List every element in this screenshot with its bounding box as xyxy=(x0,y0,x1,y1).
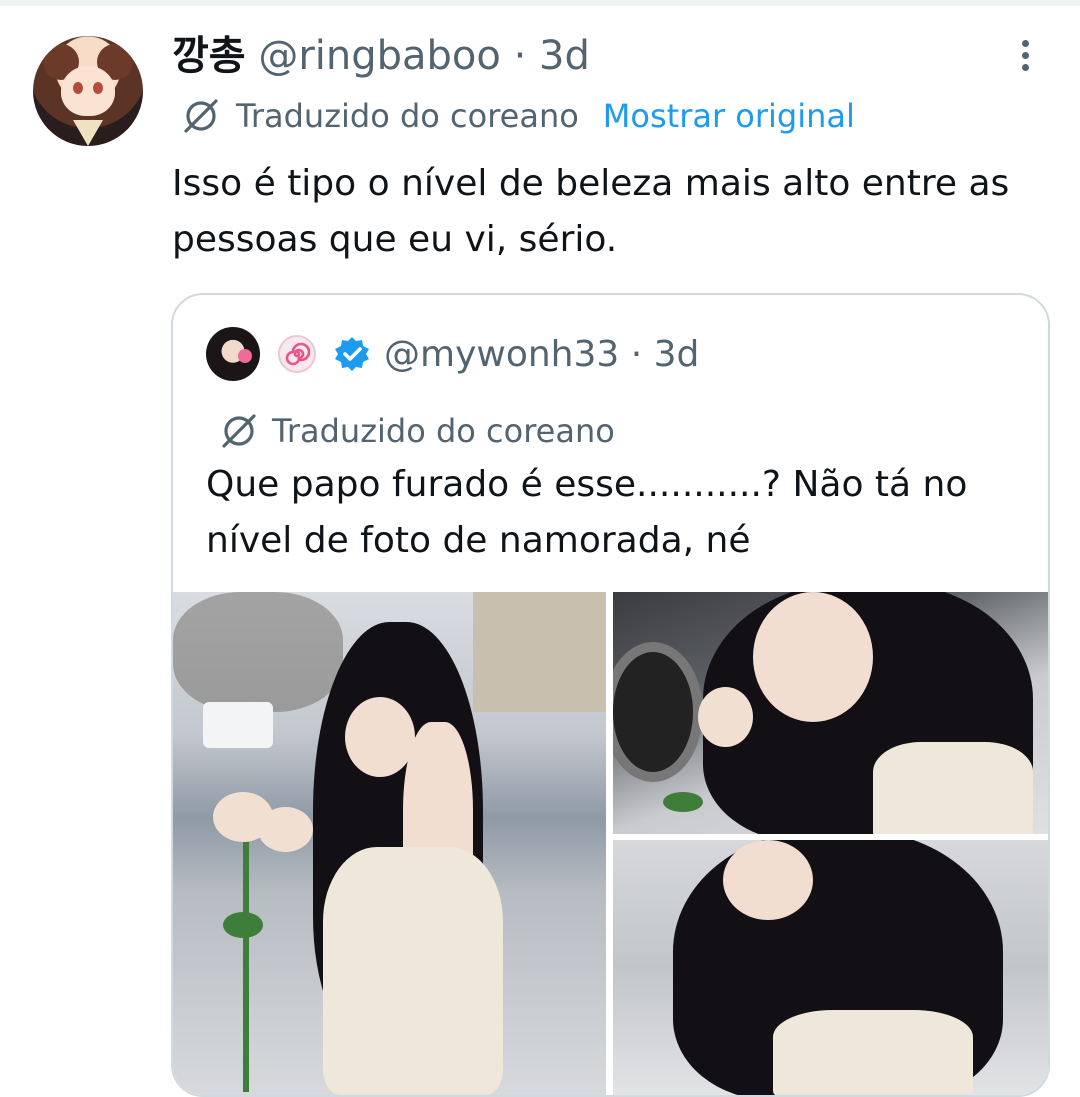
quoted-header: @mywonh33 · 3d xyxy=(384,331,699,379)
quoted-photo-2[interactable] xyxy=(613,592,1048,834)
quoted-translated-label: Traduzido do coreano xyxy=(272,412,615,450)
quoted-tweet-card[interactable]: @mywonh33 · 3d Traduzido do coreano Que … xyxy=(171,293,1050,1097)
quoted-header-separator: · xyxy=(630,334,643,375)
author-avatar[interactable] xyxy=(33,36,143,146)
quoted-photo-3[interactable] xyxy=(613,840,1048,1095)
translated-label: Traduzido do coreano xyxy=(236,97,579,135)
more-vertical-icon[interactable] xyxy=(1018,40,1032,76)
verified-badge-icon xyxy=(335,337,369,371)
header-separator: · xyxy=(513,33,527,79)
tweet-time[interactable]: 3d xyxy=(539,33,590,79)
top-divider xyxy=(0,0,1080,6)
quoted-tweet-text: Que papo furado é esse...........? Não t… xyxy=(206,464,968,561)
tweet-text: Isso é tipo o nível de beleza mais alto … xyxy=(172,163,1010,260)
quoted-author-handle[interactable]: @mywonh33 xyxy=(384,334,619,375)
author-name[interactable]: 깡총 xyxy=(172,33,246,79)
translate-icon xyxy=(222,414,256,448)
spiral-badge-icon xyxy=(278,335,316,373)
author-handle[interactable]: @ringbaboo xyxy=(258,33,501,79)
quoted-author-avatar[interactable] xyxy=(206,327,260,381)
translation-notice: Traduzido do coreano Mostrar original xyxy=(182,94,855,138)
show-original-link[interactable]: Mostrar original xyxy=(603,97,855,135)
quoted-time[interactable]: 3d xyxy=(654,334,700,375)
translate-icon xyxy=(184,99,218,133)
quoted-photo-1[interactable] xyxy=(173,592,606,1095)
quoted-translation-notice: Traduzido do coreano xyxy=(220,409,615,453)
tweet-header: 깡총 @ringbaboo · 3d xyxy=(172,30,590,82)
